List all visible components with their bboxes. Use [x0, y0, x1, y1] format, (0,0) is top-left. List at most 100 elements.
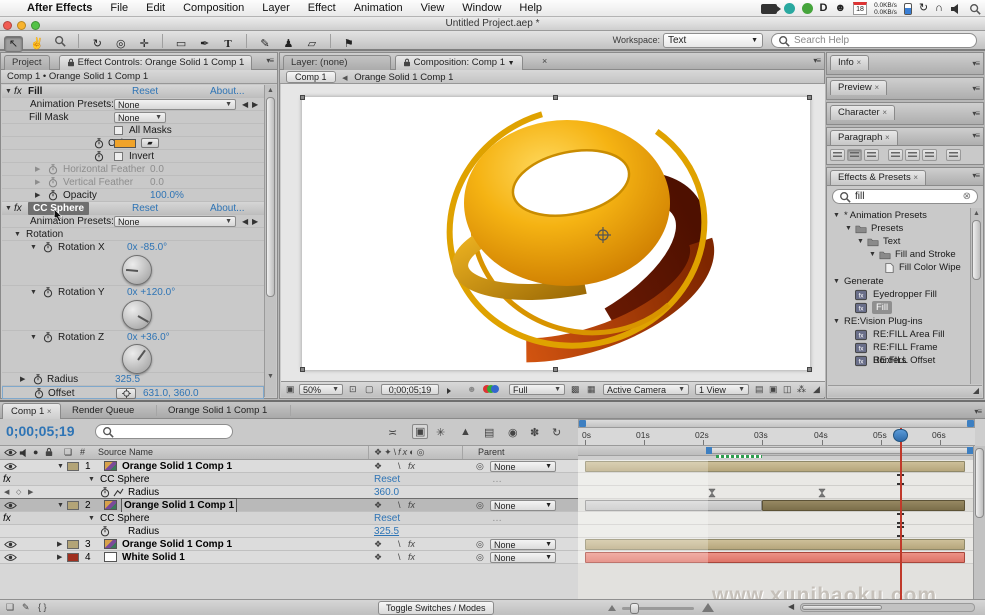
safe-zones-icon[interactable]: ⊡: [349, 384, 357, 395]
eye-icon[interactable]: [4, 553, 17, 562]
stopwatch-icon[interactable]: [34, 388, 44, 399]
tab-render-queue[interactable]: Render Queue: [64, 403, 142, 419]
brainstorm-icon[interactable]: ✽: [530, 426, 539, 439]
parent-dropdown[interactable]: None▼: [490, 539, 556, 550]
tree-text[interactable]: ▼Text: [828, 235, 971, 248]
live-update-icon[interactable]: ▣: [412, 424, 428, 439]
menu-view[interactable]: View: [412, 0, 454, 17]
parent-pickwhip-icon[interactable]: ◎: [476, 551, 484, 564]
camera-dropdown[interactable]: Active Camera▼: [603, 384, 689, 395]
tab-layer[interactable]: Layer: (none): [283, 55, 391, 70]
headphones-icon[interactable]: ∩: [935, 2, 943, 15]
work-area-start-handle[interactable]: [706, 447, 712, 454]
stopwatch-icon[interactable]: [48, 164, 58, 175]
preset-next-button[interactable]: ▶: [252, 215, 258, 228]
radius-value[interactable]: 325.5: [115, 373, 140, 386]
graph-row-6[interactable]: [578, 525, 975, 538]
menu-window[interactable]: Window: [453, 0, 510, 17]
stopwatch-icon[interactable]: [94, 138, 104, 149]
tree-animation-presets[interactable]: ▼* Animation Presets: [828, 209, 971, 222]
graph-row-2[interactable]: [578, 473, 975, 486]
effect-row-cc-sphere-2[interactable]: fx ▼ CC Sphere Reset …: [0, 512, 578, 525]
time-ruler[interactable]: 0s 01s 02s 03s 04s 05s 06s: [578, 428, 975, 446]
menu-edit[interactable]: Edit: [137, 0, 174, 17]
pixel-aspect-icon[interactable]: ▣: [769, 384, 778, 395]
preset-next-button[interactable]: ▶: [252, 98, 258, 111]
justify-last-center-button[interactable]: [905, 149, 920, 161]
eyedropper-icon[interactable]: ▰: [141, 138, 159, 148]
fill-mask-dropdown[interactable]: None▼: [114, 112, 166, 123]
prev-keyframe-button[interactable]: ◀: [4, 486, 9, 499]
tree-refill-area-fill[interactable]: RE:FILL Area Fill: [828, 328, 971, 341]
time-navigator[interactable]: [578, 419, 975, 428]
stopwatch-icon[interactable]: [33, 374, 43, 385]
collapse-switch[interactable]: ❖: [374, 460, 382, 473]
always-preview-icon[interactable]: ▣: [286, 384, 295, 395]
prop-row-radius-1[interactable]: ◀ ◇ ▶ Radius 360.0: [0, 486, 578, 499]
fx-switch[interactable]: fx: [408, 499, 415, 512]
parent-pickwhip-icon[interactable]: ◎: [476, 460, 484, 473]
region-of-interest-icon[interactable]: ▩: [571, 384, 580, 395]
menu-effect[interactable]: Effect: [299, 0, 345, 17]
tree-fill-and-stroke[interactable]: ▼Fill and Stroke: [828, 248, 971, 261]
tab-info[interactable]: Info ×: [830, 55, 869, 70]
handle[interactable]: [807, 95, 812, 100]
layer-bar-3[interactable]: [585, 539, 965, 550]
preset-prev-button[interactable]: ◀: [242, 98, 248, 111]
radius-value-1[interactable]: 360.0: [374, 486, 399, 499]
hand-tool[interactable]: ✌: [27, 36, 46, 52]
motion-blur-icon[interactable]: ◉: [508, 426, 518, 439]
fill-about-link[interactable]: About...: [210, 85, 244, 98]
spotlight-icon[interactable]: [969, 2, 981, 15]
effect-controls-scrollbar[interactable]: ▲ ▼: [264, 85, 276, 397]
reset-link[interactable]: Reset: [374, 512, 400, 525]
pen-tool[interactable]: ✒: [195, 36, 214, 52]
layer-bar-1[interactable]: [585, 461, 965, 472]
eye-icon[interactable]: [4, 540, 17, 549]
stopwatch-icon[interactable]: [48, 190, 58, 201]
fx-switch[interactable]: fx: [408, 538, 415, 551]
rotation-z-value[interactable]: 0x +36.0°: [127, 331, 170, 344]
teal-status-icon[interactable]: [784, 2, 795, 15]
keyframe-icon[interactable]: [818, 488, 826, 498]
tab-orange-solid-comp[interactable]: Orange Solid 1 Comp 1: [160, 403, 275, 419]
playhead-line[interactable]: [900, 428, 902, 600]
eraser-tool[interactable]: ▱: [302, 36, 321, 52]
expand-inout-icon[interactable]: { }: [38, 602, 47, 612]
sync-icon[interactable]: ↻: [919, 2, 928, 15]
add-keyframe-button[interactable]: ◇: [16, 486, 21, 499]
tree-presets[interactable]: ▼Presets: [828, 222, 971, 235]
handle[interactable]: [807, 367, 812, 372]
close-tab-icon[interactable]: ×: [542, 56, 547, 66]
tab-paragraph[interactable]: Paragraph ×: [830, 130, 898, 145]
calendar-icon[interactable]: 18: [853, 2, 867, 15]
opacity-value[interactable]: 100.0%: [150, 189, 184, 202]
graph-editor-icon[interactable]: ↻: [552, 426, 561, 439]
justify-last-right-button[interactable]: [922, 149, 937, 161]
show-snapshot-icon[interactable]: ☻: [467, 384, 476, 394]
volume-icon[interactable]: [950, 2, 962, 15]
fill-color-swatch[interactable]: [114, 139, 136, 148]
offset-value[interactable]: 631.0, 360.0: [143, 387, 199, 400]
handle[interactable]: [300, 95, 305, 100]
label-color-chip[interactable]: [67, 462, 79, 471]
stopwatch-icon[interactable]: [48, 177, 58, 188]
reset-link[interactable]: Reset: [374, 473, 400, 486]
offset-target-button[interactable]: [116, 388, 136, 399]
collapse-switch[interactable]: ❖: [374, 499, 382, 512]
zoom-in-mountain-icon[interactable]: [702, 603, 714, 612]
stopwatch-icon[interactable]: [94, 151, 104, 162]
playhead-handle[interactable]: [893, 429, 908, 442]
graph-row-8[interactable]: [578, 551, 975, 564]
layer-row-2-selected[interactable]: ▼ 2 Orange Solid 1 Comp 1 ❖ \ fx ◎ None▼: [0, 499, 578, 512]
panel-menu-icon[interactable]: ▾≡: [972, 109, 979, 118]
menu-composition[interactable]: Composition: [174, 0, 253, 17]
clone-stamp-tool[interactable]: ♟: [279, 36, 298, 52]
stopwatch-icon[interactable]: [43, 242, 53, 253]
layer-row-1[interactable]: ▼ 1 Orange Solid 1 Comp 1 ❖ \ fx ◎ None▼: [0, 460, 578, 473]
network-speed[interactable]: 0.0KB/s0.0KB/s: [874, 2, 897, 15]
fill-anim-presets-dropdown[interactable]: None▼: [114, 99, 236, 110]
type-tool[interactable]: T: [219, 36, 238, 52]
cc-sphere-reset-link[interactable]: Reset: [132, 202, 158, 215]
fill-effect-header[interactable]: ▼ fx Fill Reset About...: [2, 85, 264, 98]
